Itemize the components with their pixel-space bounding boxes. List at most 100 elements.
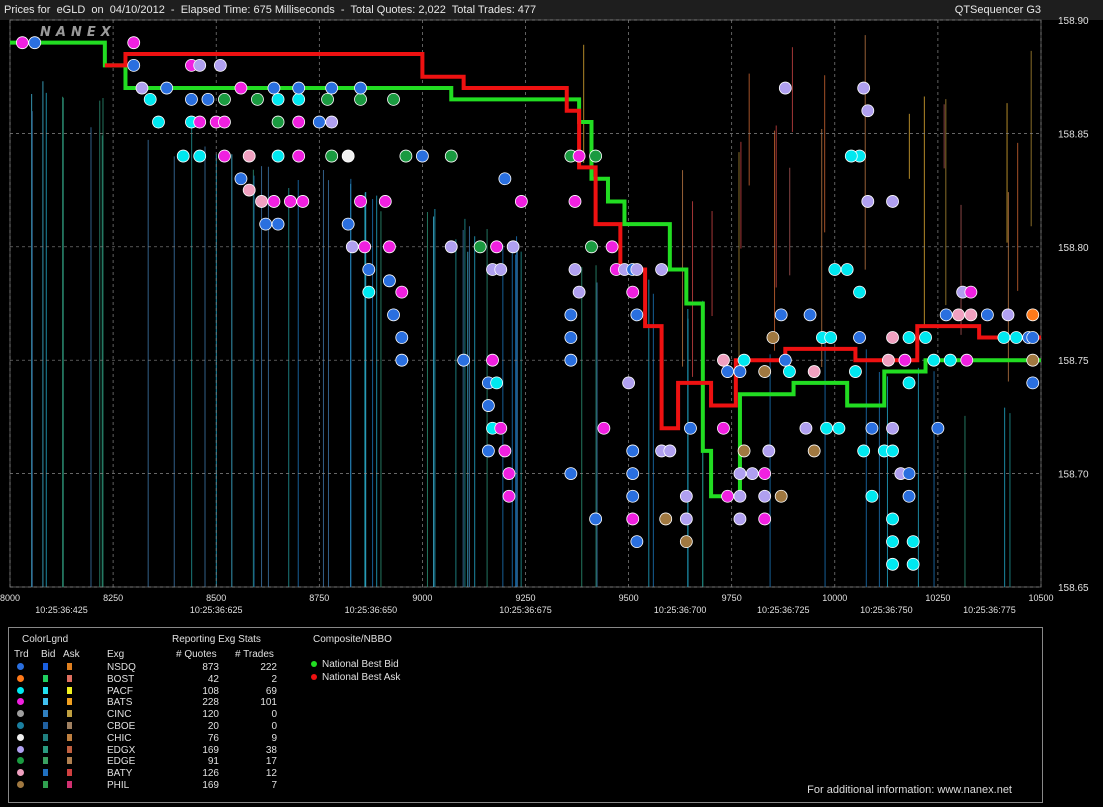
trade-dot: [1026, 353, 1040, 367]
trade-dot: [853, 331, 866, 344]
price-chart: 158.65 158.70 158.75 158.80 158.85 158.90 8000…: [0, 16, 1089, 615]
trade-dot: [395, 285, 409, 299]
trade-color-dot: [17, 780, 24, 792]
trade-dot: [564, 467, 578, 481]
trade-dot: [778, 353, 792, 367]
trade-dot: [737, 353, 751, 367]
trade-dot: [952, 308, 965, 322]
bid-swatch-icon: [43, 663, 48, 670]
trade-dot: [865, 421, 879, 435]
trade-dot: [853, 285, 866, 299]
trade-dot: [659, 512, 673, 526]
trade-dot: [964, 285, 978, 299]
trade-dot: [362, 285, 376, 299]
trade-dot: [242, 183, 256, 197]
y-tick-label: 158.65: [1058, 583, 1089, 594]
trade-dot: [395, 331, 409, 344]
trade-dot: [721, 365, 734, 378]
ask-color-swatch: [67, 662, 72, 674]
nbbo-ask-entry: National Best Ask: [311, 671, 400, 684]
trade-dot: [902, 331, 916, 344]
quote-count: 42: [207, 673, 219, 685]
trade-color-dot: [17, 745, 24, 757]
trade-dot: [931, 421, 945, 435]
trade-dot-icon: [17, 674, 24, 682]
trade-dot: [758, 489, 772, 503]
trade-dot: [296, 195, 310, 208]
trade-count: 69: [265, 685, 277, 697]
y-tick-label: 158.70: [1058, 470, 1089, 481]
trade-dot: [354, 195, 367, 208]
trade-dot: [857, 444, 871, 458]
trade-dot: [733, 365, 747, 378]
trade-color-dot: [17, 733, 24, 745]
trade-color-dot: [17, 709, 24, 721]
trade-dot: [486, 353, 499, 367]
ask-color-swatch: [67, 768, 72, 780]
nbbo-title: Composite/NBBO: [313, 634, 392, 645]
trade-dot: [849, 365, 862, 378]
trade-count: 2: [271, 673, 277, 685]
trade-dot: [193, 115, 207, 129]
bid-color-swatch: [43, 686, 48, 698]
trade-dot-icon: [17, 745, 24, 753]
trade-dot-icon: [17, 698, 24, 706]
quote-count: 228: [202, 697, 219, 709]
x-tick-label: 10000: [822, 593, 847, 603]
x-tick-label: 9000: [412, 593, 432, 603]
trade-dot: [630, 535, 644, 549]
trade-dot: [886, 557, 899, 571]
trade-dot: [758, 512, 772, 526]
trade-dot-icon: [17, 722, 24, 729]
trade-dot: [679, 489, 693, 503]
x-tick-label: 9250: [515, 593, 535, 603]
trade-dot: [572, 149, 586, 163]
trade-dot: [568, 263, 582, 276]
trade-dot: [589, 512, 603, 526]
red-dot-icon: [311, 674, 317, 680]
ask-swatch-icon: [67, 710, 72, 718]
trade-dot: [312, 115, 326, 129]
trade-dot-icon: [17, 663, 24, 670]
trade-dot: [292, 115, 306, 129]
ask-color-swatch: [67, 721, 72, 733]
trade-dot: [568, 195, 582, 208]
time-label: 10:25:36:625: [190, 605, 243, 615]
trade-dot: [778, 81, 792, 95]
ask-swatch-icon: [67, 769, 72, 777]
trade-dot: [626, 444, 640, 458]
x-tick-label: 9500: [619, 593, 639, 603]
trade-dot: [886, 512, 899, 526]
trade-dot: [271, 149, 285, 163]
nbbo-bid-entry: National Best Bid: [311, 658, 400, 671]
trade-dot: [490, 240, 504, 254]
trade-dot: [444, 149, 458, 163]
trade-dot: [234, 81, 248, 95]
trade-color-dot: [17, 686, 24, 698]
trade-dot: [185, 92, 198, 106]
ask-swatch-icon: [67, 686, 72, 694]
trade-dot: [774, 489, 788, 503]
trade-dot: [589, 149, 603, 163]
legend-header-trd: Trd: [14, 649, 29, 660]
y-tick-label: 158.90: [1058, 16, 1089, 27]
green-dot-icon: [311, 661, 317, 667]
app-name: QTSequencer G3: [954, 4, 1041, 16]
ask-color-swatch: [67, 780, 72, 792]
exchange-name: PACF: [107, 685, 133, 697]
bid-swatch-icon: [43, 733, 48, 741]
x-tick-label: 8500: [206, 593, 226, 603]
exchange-name: EDGE: [107, 756, 136, 768]
trade-color-dot: [17, 662, 24, 674]
trade-count: 0: [271, 709, 277, 721]
trade-dot: [906, 535, 920, 549]
legend-header-bid: Bid: [41, 649, 56, 660]
ask-color-swatch: [67, 745, 72, 757]
trade-dot: [564, 331, 578, 344]
trade-count: 12: [265, 768, 277, 780]
x-tick-label: 8000: [0, 593, 20, 603]
trade-dot: [127, 58, 141, 72]
trade-dot: [354, 92, 367, 106]
legend-header-ask: Ask: [63, 649, 80, 660]
trade-dot: [828, 263, 842, 276]
